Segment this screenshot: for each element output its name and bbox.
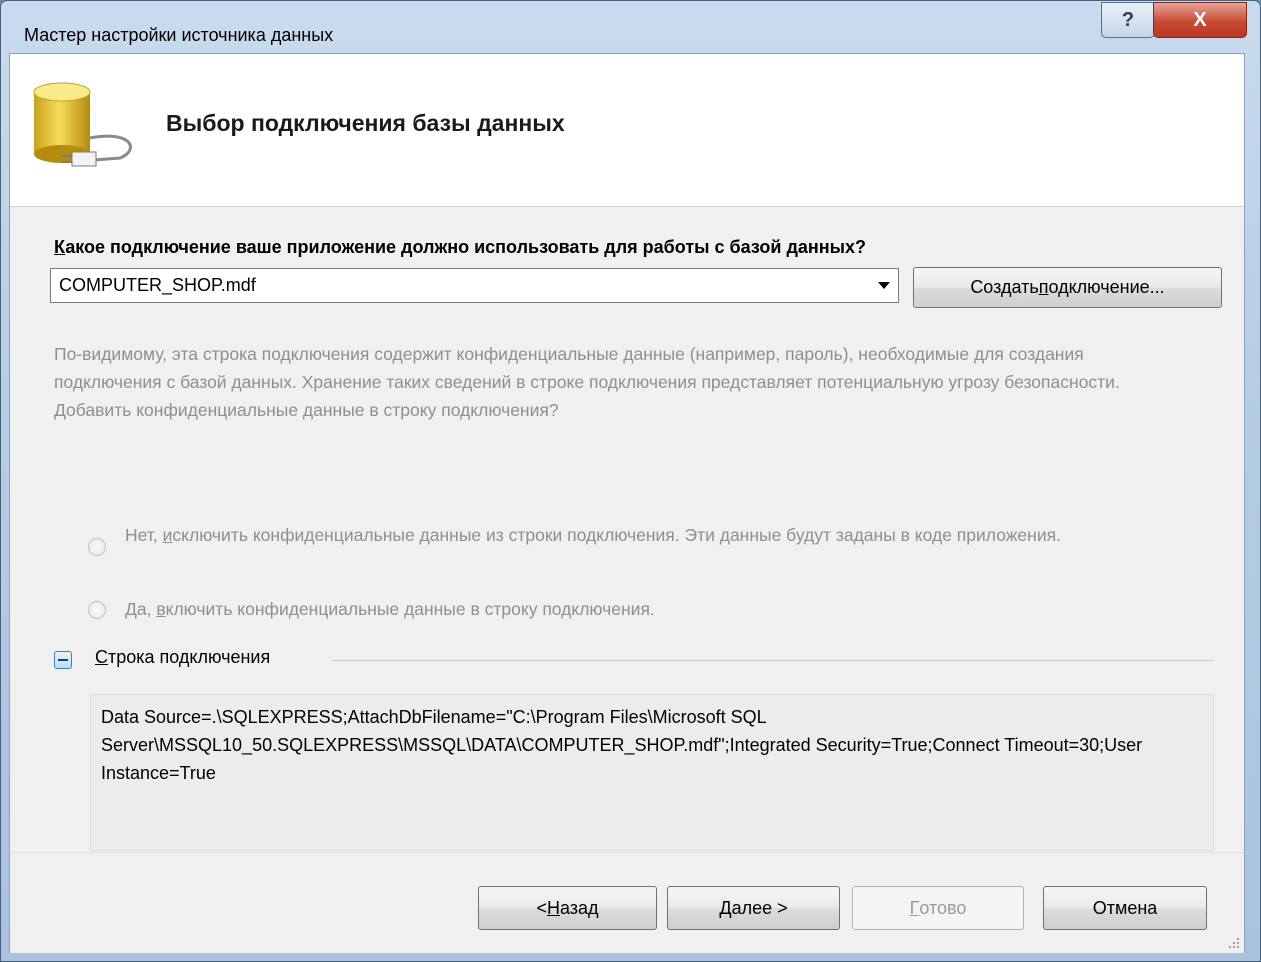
help-button[interactable]: ? [1101,2,1155,38]
next-button[interactable]: Далее > [667,886,840,930]
wizard-body: Какое подключение ваше приложение должно… [10,207,1244,852]
resize-grip-icon[interactable] [1228,937,1240,949]
new-connection-button[interactable]: Создать п одключение... [913,267,1222,308]
page-title: Выбор подключения базы данных [166,110,565,136]
radio-button-include[interactable] [88,601,106,619]
title-bar[interactable]: Мастер настройки источника данных ? X [1,1,1260,47]
section-divider [332,660,1214,661]
back-button[interactable]: < Назад [478,886,657,930]
wizard-header: Выбор подключения базы данных [10,54,1244,207]
connection-dropdown[interactable]: COMPUTER_SHOP.mdf [50,268,899,303]
window-title: Мастер настройки источника данных [24,25,334,45]
wizard-footer: < Назад Далее > Готово Отмена [10,852,1244,953]
connection-question: Какое подключение ваше приложение должно… [54,237,866,257]
radio-exclude-label: Нет, исключить конфиденциальные данные и… [125,525,1061,545]
sensitive-data-warning: По-видимому, эта строка подключения соде… [54,344,1120,420]
connection-string-label: Строка подключения [95,647,271,667]
connection-dropdown-value: COMPUTER_SHOP.mdf [59,275,256,295]
close-button[interactable]: X [1153,2,1247,38]
wizard-client-area: Выбор подключения базы данных Какое подк… [9,53,1245,953]
finish-button[interactable]: Готово [852,886,1024,930]
wizard-window: Мастер настройки источника данных ? X Вы… [0,0,1261,962]
connection-string-text[interactable]: Data Source=.\SQLEXPRESS;AttachDbFilenam… [90,694,1214,851]
collapse-icon[interactable] [54,651,72,669]
cancel-button[interactable]: Отмена [1043,886,1207,930]
radio-include-label: Да, включить конфиденциальные данные в с… [125,599,655,619]
dropdown-arrow-icon[interactable] [878,282,890,289]
radio-button-exclude[interactable] [88,538,106,556]
database-plug-icon [33,82,132,167]
